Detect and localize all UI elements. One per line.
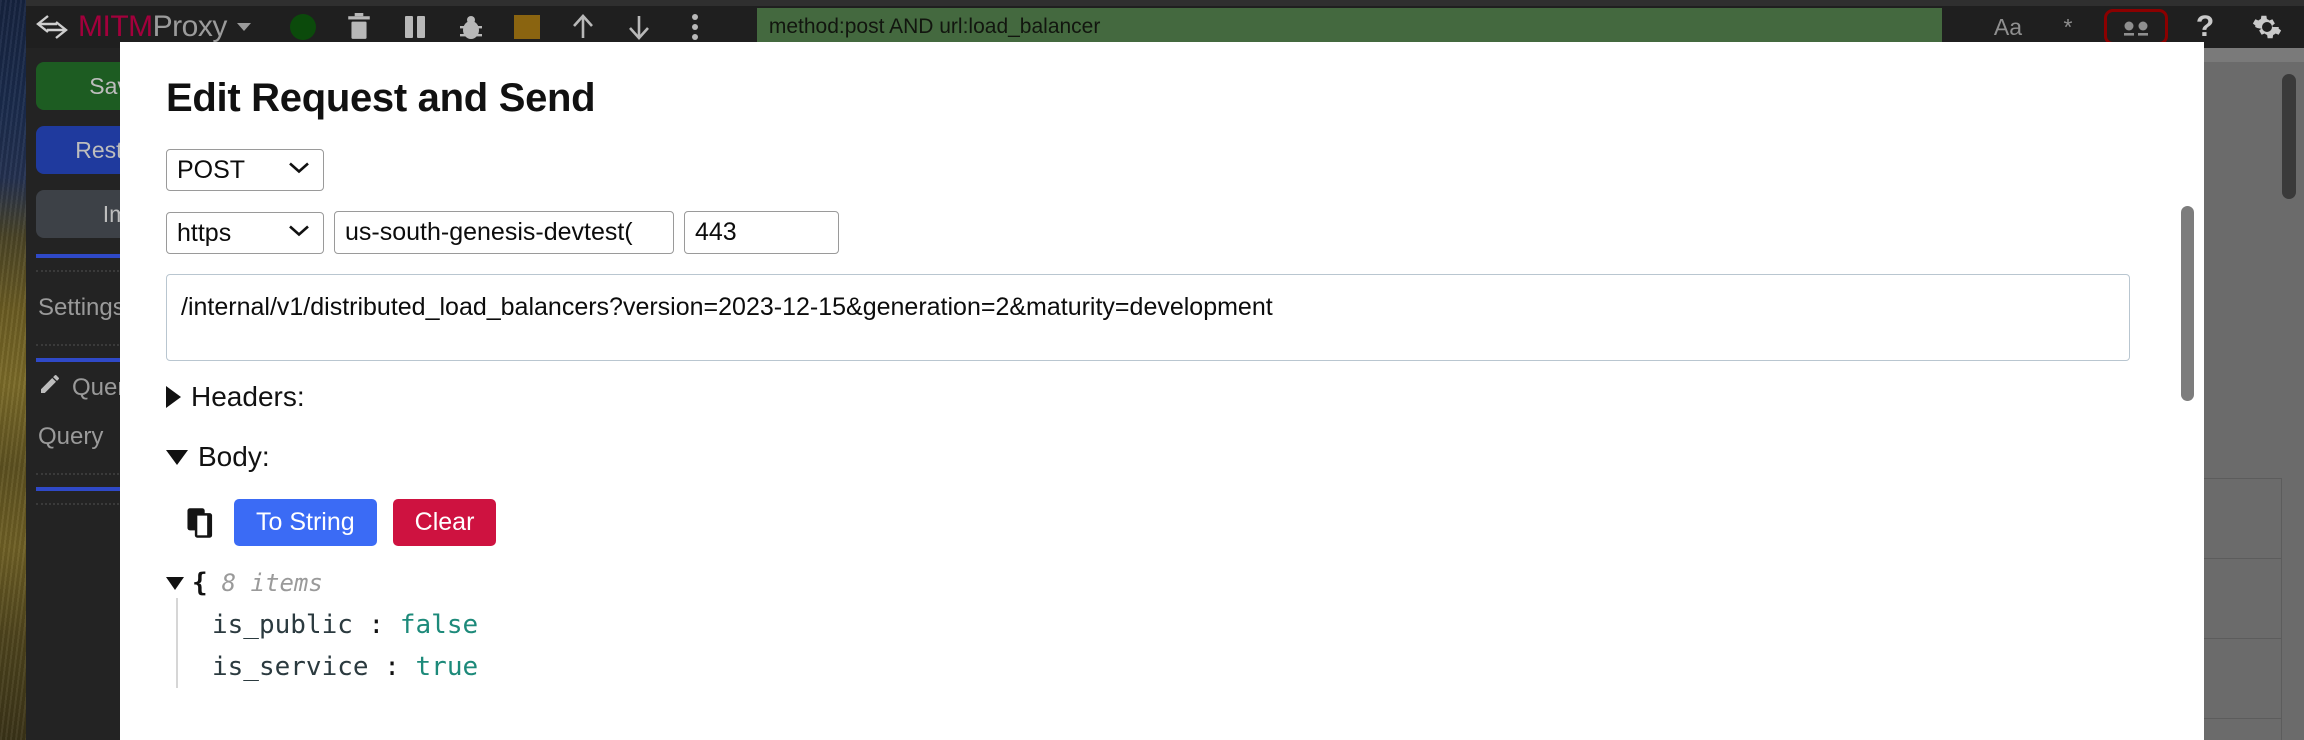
pencil-icon: [38, 372, 62, 403]
host-input[interactable]: [334, 211, 674, 254]
json-entry[interactable]: is_service : true: [212, 646, 2158, 688]
search-input[interactable]: method:post AND url:load_balancer: [756, 8, 1942, 46]
json-brace: {: [192, 568, 208, 598]
json-separator: :: [384, 652, 400, 682]
port-input[interactable]: [684, 211, 839, 254]
method-select-wrap: POST: [166, 149, 324, 191]
method-select[interactable]: POST: [166, 149, 324, 191]
to-string-button[interactable]: To String: [234, 499, 377, 546]
scheme-select-wrap: https: [166, 211, 324, 254]
json-separator: :: [368, 610, 385, 640]
desktop-wallpaper: [0, 0, 26, 740]
json-value: false: [399, 610, 479, 640]
brand-primary: MITM: [78, 10, 153, 43]
copy-icon[interactable]: [184, 506, 218, 540]
path-textarea[interactable]: /internal/v1/distributed_load_balancers?…: [166, 274, 2130, 361]
json-root-node[interactable]: { 8 items: [166, 568, 2158, 598]
json-entry[interactable]: is_public : false: [212, 604, 2158, 646]
triangle-right-icon: [166, 386, 181, 408]
json-item-count: 8 items: [221, 569, 323, 597]
method-row: POST: [166, 149, 2158, 191]
clear-button[interactable]: Clear: [392, 499, 497, 546]
json-value: true: [415, 652, 479, 682]
gear-icon[interactable]: [2236, 6, 2298, 48]
edit-request-dialog: Edit Request and Send POST https us-sout…: [120, 42, 2204, 740]
caret-down-icon[interactable]: [236, 23, 251, 31]
triangle-down-icon: [166, 576, 184, 590]
mitmproxy-logo-icon[interactable]: [26, 6, 78, 48]
json-key: is_service: [212, 652, 369, 682]
scheme-select[interactable]: https: [166, 211, 324, 254]
screen: MITM Proxy method:post AND url:load_bala…: [0, 0, 2304, 740]
json-body-tree: { 8 items is_public : false is_service :…: [166, 568, 2158, 688]
url-parts-row: https: [166, 211, 2158, 254]
brand-title: MITM Proxy: [78, 10, 227, 44]
brand-secondary: Proxy: [152, 10, 228, 43]
json-children: is_public : false is_service : true: [176, 598, 2158, 688]
json-key: is_public: [212, 610, 353, 640]
body-section-toggle[interactable]: Body:: [166, 441, 2158, 473]
right-panel-scrollbar[interactable]: [2282, 74, 2296, 199]
triangle-down-icon: [166, 449, 188, 465]
headers-label: Headers:: [191, 381, 305, 412]
dialog-title: Edit Request and Send: [166, 76, 596, 120]
path-row: /internal/v1/distributed_load_balancers?…: [166, 274, 2158, 361]
eyes-highlight-icon[interactable]: [2104, 9, 2168, 45]
body-action-bar: To String Clear: [184, 499, 2158, 546]
headers-section-toggle[interactable]: Headers:: [166, 381, 2158, 413]
sidebar-item-label: Query: [38, 423, 104, 450]
sidebar-item-label: Settings: [38, 294, 125, 321]
dialog-scrollbar[interactable]: [2181, 206, 2194, 401]
body-label: Body:: [198, 441, 270, 472]
